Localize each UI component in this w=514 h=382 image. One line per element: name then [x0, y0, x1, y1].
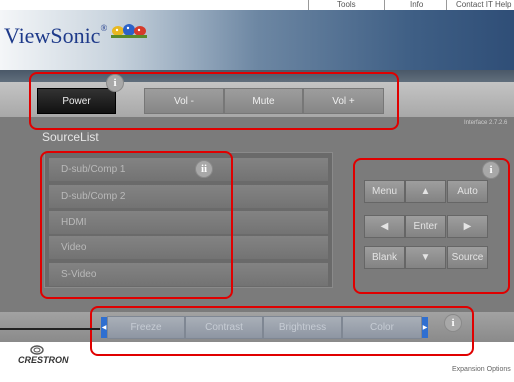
viewsonic-logo: ViewSonic® — [4, 23, 107, 49]
annotation-frame-adjustment-bar — [90, 306, 474, 356]
top-nav: Tools Info Contact IT Help — [0, 0, 514, 10]
expansion-options-link[interactable]: Expansion Options — [452, 366, 511, 373]
annotation-frame-buttons — [29, 72, 399, 130]
annotation-badge-i: i — [482, 161, 500, 179]
annotation-frame-control-pad — [353, 158, 510, 294]
source-list-title: SourceList — [42, 130, 99, 144]
birds-logo-icon — [111, 24, 147, 38]
nav-info-link[interactable]: Info — [410, 0, 423, 10]
logo-text: ViewSonic — [4, 23, 101, 48]
annotation-badge-ii: ii — [195, 160, 213, 178]
nav-divider — [446, 0, 447, 10]
crestron-logo: CRESTRON — [18, 355, 69, 365]
crestron-logo-icon — [30, 345, 44, 355]
nav-divider — [308, 0, 309, 10]
annotation-badge-i: i — [106, 74, 124, 92]
interface-version: Interface 2.7.2.6 — [464, 120, 508, 126]
nav-tools-link[interactable]: Tools — [337, 0, 356, 10]
nav-divider — [384, 0, 385, 10]
annotation-pointer-line — [0, 328, 100, 330]
annotation-badge-i: i — [444, 314, 462, 332]
nav-contact-link[interactable]: Contact IT Help — [456, 0, 511, 10]
trademark-symbol: ® — [100, 23, 108, 33]
